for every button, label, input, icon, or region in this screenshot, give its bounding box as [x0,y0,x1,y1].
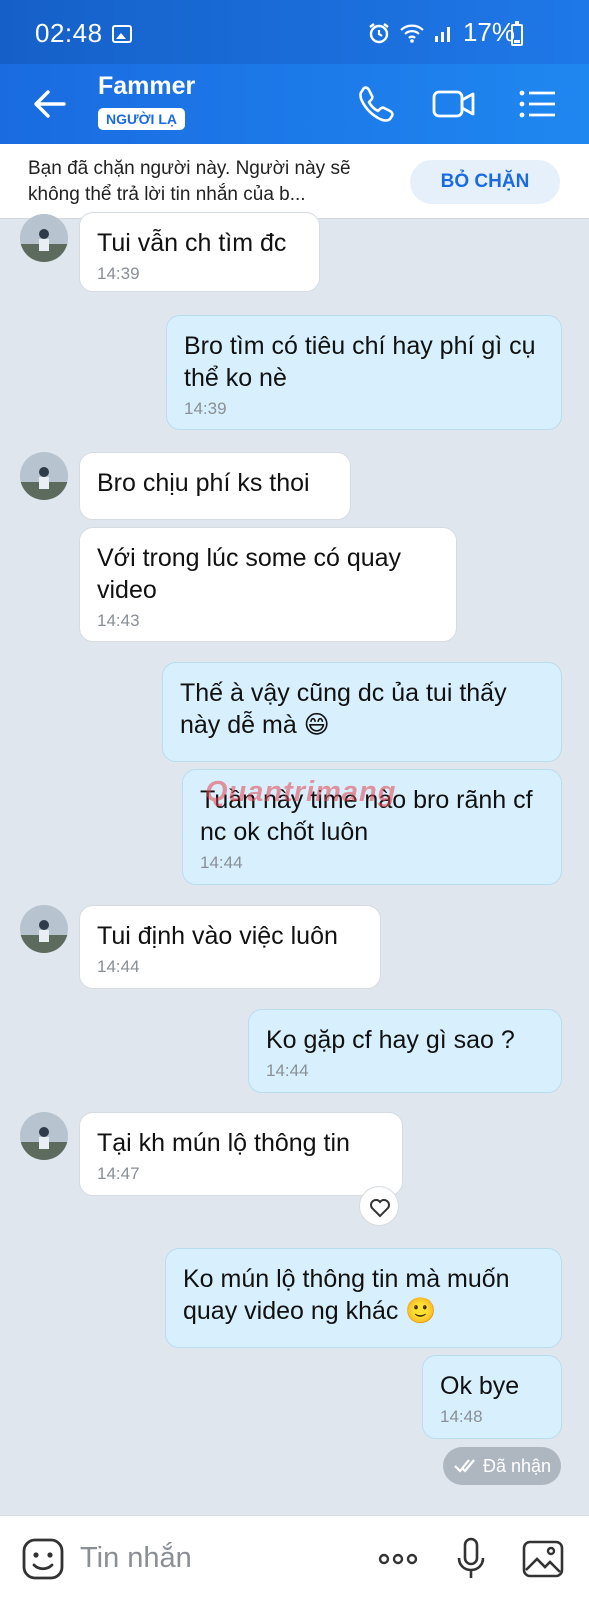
message-text: Thế à vậy cũng dc ủa tui thấy này dễ mà … [180,679,507,739]
contact-avatar[interactable] [20,452,68,500]
message-time: 14:44 [200,853,243,872]
message-text: Tuần này time nào bro rãnh cf nc ok chốt… [200,786,533,846]
message-text: Bro chịu phí ks thoi [97,469,310,497]
avatar-photo [20,1112,68,1160]
message-bubble-outgoing[interactable]: Bro tìm có tiêu chí hay phí gì cụ thể ko… [166,315,562,430]
message-time: 14:39 [184,399,227,418]
video-call-icon[interactable] [431,81,477,127]
message-bubble-outgoing[interactable]: Ko mún lộ thông tin mà muốn quay video n… [165,1248,562,1348]
avatar-photo [20,905,68,953]
signal-icon [434,26,450,42]
message-text: Tui vẫn ch tìm đc [97,229,287,257]
message-bubble-incoming[interactable]: Tui vẫn ch tìm đc 14:39 [79,212,320,292]
avatar-photo [20,452,68,500]
contact-avatar[interactable] [20,214,68,262]
contact-name[interactable]: Fammer [98,72,195,101]
image-notification-icon [112,25,132,43]
message-time: 14:43 [97,611,140,630]
blocked-banner: Bạn đã chặn người này. Người này sẽ khôn… [0,144,589,219]
wifi-icon [400,24,424,43]
stranger-badge: NGƯỜI LẠ [98,108,185,130]
menu-list-icon[interactable] [514,81,560,127]
emoji-sticker-icon[interactable] [20,1536,66,1582]
message-time: 14:39 [97,264,140,283]
message-input[interactable]: Tin nhắn [80,1542,192,1575]
message-bubble-outgoing[interactable]: Ok bye 14:48 [422,1355,562,1439]
contact-avatar[interactable] [20,1112,68,1160]
back-arrow-icon[interactable] [30,84,70,124]
message-time: 14:44 [266,1061,309,1080]
avatar-photo [20,214,68,262]
delivery-status-text: Đã nhận [483,1456,552,1476]
blocked-notice: Bạn đã chặn người này. Người này sẽ khôn… [28,158,351,205]
heart-icon [370,1199,390,1218]
chat-header: Fammer NGƯỜI LẠ [0,64,589,144]
message-bubble-incoming[interactable]: Tui định vào việc luôn 14:44 [79,905,381,989]
message-text: Bro tìm có tiêu chí hay phí gì cụ thể ko… [184,332,536,392]
message-bubble-outgoing[interactable]: Tuần này time nào bro rãnh cf nc ok chốt… [182,769,562,885]
delivery-status-badge: Đã nhận [443,1447,561,1485]
message-text: Ko gặp cf hay gì sao ? [266,1026,515,1054]
contact-avatar[interactable] [20,905,68,953]
status-bar: 02:48 17% [0,0,589,64]
message-input-bar: Tin nhắn [0,1515,589,1600]
clock: 02:48 [35,18,103,48]
message-bubble-outgoing[interactable]: Thế à vậy cũng dc ủa tui thấy này dễ mà … [162,662,562,762]
message-text: Tui định vào việc luôn [97,922,338,950]
more-options-icon[interactable] [375,1536,421,1582]
battery-icon [511,21,523,46]
message-text: Với trong lúc some có quay video [97,544,402,604]
message-text: Ko mún lộ thông tin mà muốn quay video n… [183,1265,510,1325]
message-time: 14:44 [97,957,140,976]
message-time: 14:48 [440,1407,483,1426]
double-check-icon [454,1459,475,1473]
unblock-button[interactable]: BỎ CHẶN [410,160,560,204]
microphone-icon[interactable] [448,1536,494,1582]
gallery-image-icon[interactable] [520,1536,566,1582]
message-bubble-outgoing[interactable]: Ko gặp cf hay gì sao ? 14:44 [248,1009,562,1093]
message-text: Ok bye [440,1372,520,1400]
phone-call-icon[interactable] [353,81,399,127]
message-time: 14:47 [97,1164,140,1183]
battery-percent: 17% [462,17,515,47]
message-bubble-incoming[interactable]: Tại kh mún lộ thông tin 14:47 [79,1112,403,1196]
message-text: Tại kh mún lộ thông tin [97,1129,350,1157]
message-bubble-incoming[interactable]: Bro chịu phí ks thoi [79,452,351,520]
message-bubble-incoming[interactable]: Với trong lúc some có quay video 14:43 [79,527,457,642]
react-heart-button[interactable] [359,1186,399,1226]
alarm-icon [369,22,389,43]
